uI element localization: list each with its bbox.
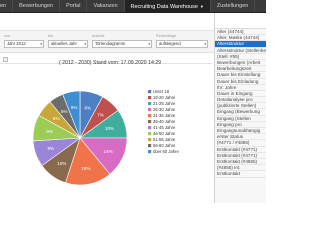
nav-item-zustellungen[interactable]: Zustellungen — [211, 0, 256, 12]
filter-from: von Jahr 2012 ▾ — [4, 34, 44, 48]
slice-data-label: 8% — [84, 106, 91, 111]
legend-label[interactable]: 51-55 Jahre — [153, 137, 176, 142]
slice-data-label: 6% — [71, 105, 78, 110]
report-list-panel: Alter (44744) Alter, Maske (44744) Alterss… — [214, 13, 266, 203]
nav-item-vakanzen[interactable]: Vakanzen — [87, 0, 125, 12]
filter-to: bis aktuelles Jahr ▾ — [48, 34, 88, 48]
legend-label[interactable]: 46-50 Jahre — [153, 131, 176, 136]
filter-order-select[interactable]: aufsteigend ▾ — [156, 40, 208, 48]
legend-swatch — [148, 144, 152, 148]
legend-swatch — [148, 102, 152, 106]
legend-label[interactable]: 21-25 Jahre — [153, 101, 176, 106]
legend-label[interactable]: 41-45 Jahre — [153, 125, 176, 130]
slice-data-label: 16% — [81, 166, 90, 171]
slice-data-label: 5% — [61, 109, 68, 114]
filter-order-label: Reihenfolge — [156, 34, 177, 38]
legend-label[interactable]: 56-60 Jahre — [153, 143, 176, 148]
filter-view: Ansicht Tortendiagramm ▾ — [92, 34, 152, 48]
dropdown-arrow-icon: ▾ — [204, 42, 206, 46]
slice-data-label: 10% — [57, 161, 66, 166]
legend-swatch — [148, 132, 152, 136]
legend-label[interactable]: 31-35 Jahre — [153, 113, 176, 118]
report-list-header — [215, 13, 266, 29]
legend-swatch — [148, 150, 152, 154]
dropdown-arrow-icon: ▾ — [84, 42, 86, 46]
filter-to-select[interactable]: aktuelles Jahr ▾ — [48, 40, 88, 48]
slice-data-label: 14% — [103, 149, 112, 154]
nav-item-portal[interactable]: Portal — [60, 0, 88, 12]
legend-label[interactable]: Unter 18 — [153, 89, 170, 94]
app-window: en Bewerbungen Portal Vakanzen Recruitin… — [0, 0, 266, 203]
filter-order: Reihenfolge aufsteigend ▾ — [156, 34, 208, 48]
chart-panel: ( 2012 - 2030) Stand vom: 17.09.2020 14:… — [0, 55, 212, 203]
nav-item-recruiting-data-warehouse[interactable]: Recruiting Data Warehouse ▼ — [124, 0, 211, 12]
dropdown-arrow-icon: ▾ — [148, 42, 150, 46]
filter-to-label: bis — [48, 34, 53, 38]
filter-bar: von Jahr 2012 ▾ bis aktuelles Jahr ▾ Ansic… — [0, 30, 214, 53]
top-navigation: en Bewerbungen Portal Vakanzen Recruitin… — [0, 0, 266, 13]
legend-label[interactable]: über 60 Jahre — [153, 149, 180, 154]
filter-from-select[interactable]: Jahr 2012 ▾ — [4, 40, 44, 48]
legend-swatch — [148, 138, 152, 142]
slice-data-label: 9% — [46, 129, 53, 134]
legend-swatch — [148, 90, 152, 94]
slice-data-label: 7% — [97, 112, 104, 117]
legend-swatch — [148, 114, 152, 118]
slice-data-label: 10% — [105, 126, 114, 131]
slice-data-label: 9% — [47, 146, 54, 151]
report-list: Alter (44744) Alter, Maske (44744) Alterss… — [215, 29, 266, 178]
legend-label[interactable]: 18-20 Jahre — [153, 95, 176, 100]
legend-swatch — [148, 126, 152, 130]
legend-label[interactable]: 26-30 Jahre — [153, 107, 176, 112]
legend-swatch — [148, 108, 152, 112]
pie-chart: 8% 7% 10% 14% 16% 10% 9% 9% 6%5%6% Unter 1818-20 … — [32, 89, 180, 186]
filter-view-select[interactable]: Tortendiagramm ▾ — [92, 40, 152, 48]
legend-swatch — [148, 96, 152, 100]
chevron-down-icon: ▼ — [199, 4, 204, 9]
legend-swatch — [148, 120, 152, 124]
slice-data-label: 6% — [53, 116, 60, 121]
dropdown-arrow-icon: ▾ — [40, 42, 42, 46]
filter-view-label: Ansicht — [92, 34, 105, 38]
legend-label[interactable]: 36-40 Jahre — [153, 119, 176, 124]
report-list-item[interactable]: Erstkontakt — [215, 171, 266, 178]
nav-item-language[interactable]: en — [0, 0, 14, 12]
filter-from-label: von — [4, 34, 11, 38]
nav-item-bewerbungen[interactable]: Bewerbungen — [13, 0, 61, 12]
